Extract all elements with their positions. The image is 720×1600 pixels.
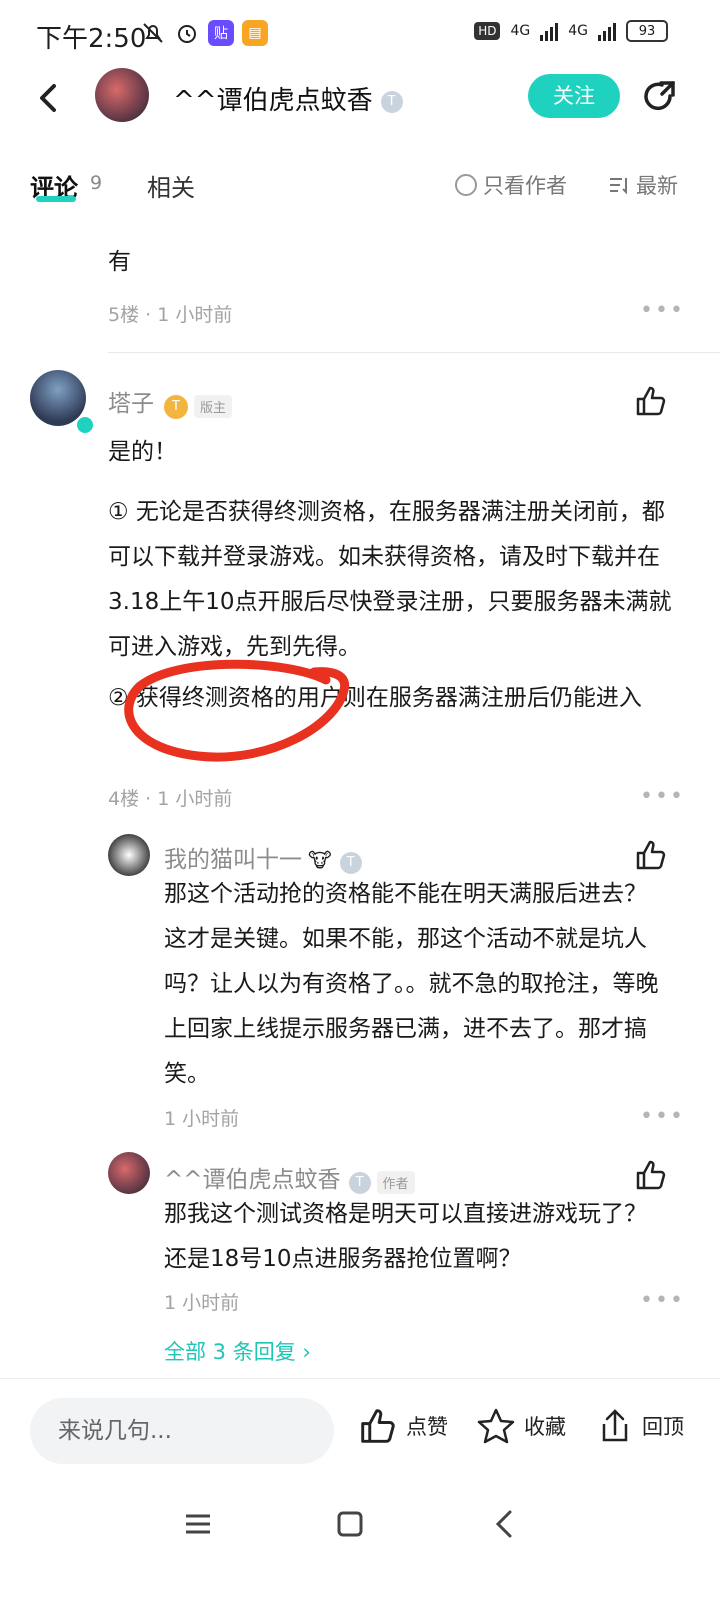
like-button[interactable]: 点赞 xyxy=(358,1406,448,1446)
back-button[interactable] xyxy=(34,78,64,118)
network-label-2: 4G xyxy=(568,23,588,39)
author-name[interactable]: ^^谭伯虎点蚊香 T xyxy=(173,80,403,117)
bottom-divider xyxy=(0,1378,720,1379)
comment-text-p2: ① 无论是否获得终测资格，在服务器满注册关闭前，都可以下载并登录游戏。如未获得资… xyxy=(108,499,672,660)
cow-emoji-icon: 🐮 xyxy=(308,848,332,872)
back-to-top-button[interactable]: 回顶 xyxy=(596,1406,684,1446)
commenter-header: 塔子 T 版主 xyxy=(108,384,233,419)
like-label: 点赞 xyxy=(406,1415,448,1439)
alarm-icon xyxy=(174,20,200,46)
status-icons: 贴 ▤ xyxy=(140,20,268,46)
like-icon[interactable] xyxy=(634,384,668,418)
level-badge-icon: T xyxy=(164,394,188,419)
thumbs-up-icon xyxy=(361,1409,395,1443)
mute-icon xyxy=(140,20,166,46)
back-icon xyxy=(495,1510,512,1538)
radio-icon xyxy=(455,174,477,196)
like-icon[interactable] xyxy=(634,838,668,872)
status-right: HD 4G 4G 93 xyxy=(474,20,668,42)
comment-divider xyxy=(108,352,720,353)
only-author-toggle[interactable]: 只看作者 xyxy=(455,170,567,200)
status-bar: 下午2:50 贴 ▤ HD 4G 4G 93 xyxy=(0,0,720,70)
signal-icon-2 xyxy=(598,21,616,41)
favorite-label: 收藏 xyxy=(524,1415,566,1439)
follow-button[interactable]: 关注 xyxy=(528,74,620,118)
system-nav-bar xyxy=(0,1490,720,1570)
reply-avatar[interactable] xyxy=(108,1152,150,1194)
level-badge-icon: T xyxy=(348,1171,371,1194)
battery-icon: 93 xyxy=(626,20,668,42)
tab-related[interactable]: 相关 xyxy=(147,168,195,203)
home-icon xyxy=(337,1511,363,1537)
reply-text: 那这个活动抢的资格能不能在明天满服后进去？这才是关键。如果不能，那这个活动不就是… xyxy=(164,881,659,1087)
comment-input[interactable]: 来说几句... xyxy=(30,1398,334,1464)
comment-text-p1: 是的！ xyxy=(108,439,177,465)
sort-label: 最新 xyxy=(636,174,678,198)
reply-user-name[interactable]: ^^谭伯虎点蚊香 xyxy=(164,1167,341,1193)
status-time: 下午2:50 xyxy=(36,24,147,54)
reply-avatar[interactable] xyxy=(108,834,150,876)
sort-button[interactable]: 最新 xyxy=(608,170,678,200)
reply-text: 那我这个测试资格是明天可以直接进游戏玩了？还是18号10点进服务器抢位置啊？ xyxy=(164,1201,647,1272)
reply-meta: 1 小时前 xyxy=(164,1292,240,1314)
more-options-icon[interactable]: ••• xyxy=(640,784,685,809)
network-label-1: 4G xyxy=(510,23,531,39)
level-badge-icon: T xyxy=(339,851,362,874)
like-icon[interactable] xyxy=(634,1158,668,1192)
active-tab-indicator xyxy=(36,196,76,202)
partial-comment-meta: 5楼 · 1 小时前 xyxy=(108,304,233,326)
reply-user-name[interactable]: 我的猫叫十一 xyxy=(164,847,302,873)
red-circle-annotation xyxy=(124,659,350,762)
more-options-icon[interactable]: ••• xyxy=(640,298,685,323)
reply-header: 我的猫叫十一 🐮 T xyxy=(164,840,362,874)
only-author-label: 只看作者 xyxy=(483,174,567,198)
back-to-top-label: 回顶 xyxy=(642,1415,684,1439)
moderator-tag: 版主 xyxy=(194,395,233,418)
author-name-text: ^^谭伯虎点蚊香 xyxy=(173,86,373,116)
level-badge-icon: T xyxy=(380,90,403,113)
view-all-replies-link[interactable]: 全部 3 条回复 › xyxy=(164,1336,311,1366)
comment-meta: 4楼 · 1 小时前 xyxy=(108,788,233,810)
more-options-icon[interactable]: ••• xyxy=(640,1288,685,1313)
author-avatar[interactable] xyxy=(95,68,149,122)
star-icon xyxy=(477,1408,515,1444)
commenter-name[interactable]: 塔子 xyxy=(108,391,154,417)
partial-comment-text: 有 xyxy=(108,249,131,275)
reply-meta: 1 小时前 xyxy=(164,1108,240,1130)
verified-icon xyxy=(75,415,95,435)
hd-icon: HD xyxy=(474,22,501,40)
author-tag: 作者 xyxy=(376,1171,415,1194)
share-icon[interactable] xyxy=(640,78,678,116)
upload-icon xyxy=(602,1409,628,1442)
notes-app-icon: ▤ xyxy=(242,20,268,46)
more-options-icon[interactable]: ••• xyxy=(640,1104,685,1129)
signal-icon xyxy=(540,21,559,41)
sort-icon xyxy=(610,178,627,195)
app-notification-icon: 贴 xyxy=(208,20,234,46)
reply-header: ^^谭伯虎点蚊香 T 作者 xyxy=(164,1160,415,1194)
favorite-button[interactable]: 收藏 xyxy=(476,1406,566,1446)
menu-icon xyxy=(186,1514,210,1534)
comment-count: 9 xyxy=(90,172,103,194)
